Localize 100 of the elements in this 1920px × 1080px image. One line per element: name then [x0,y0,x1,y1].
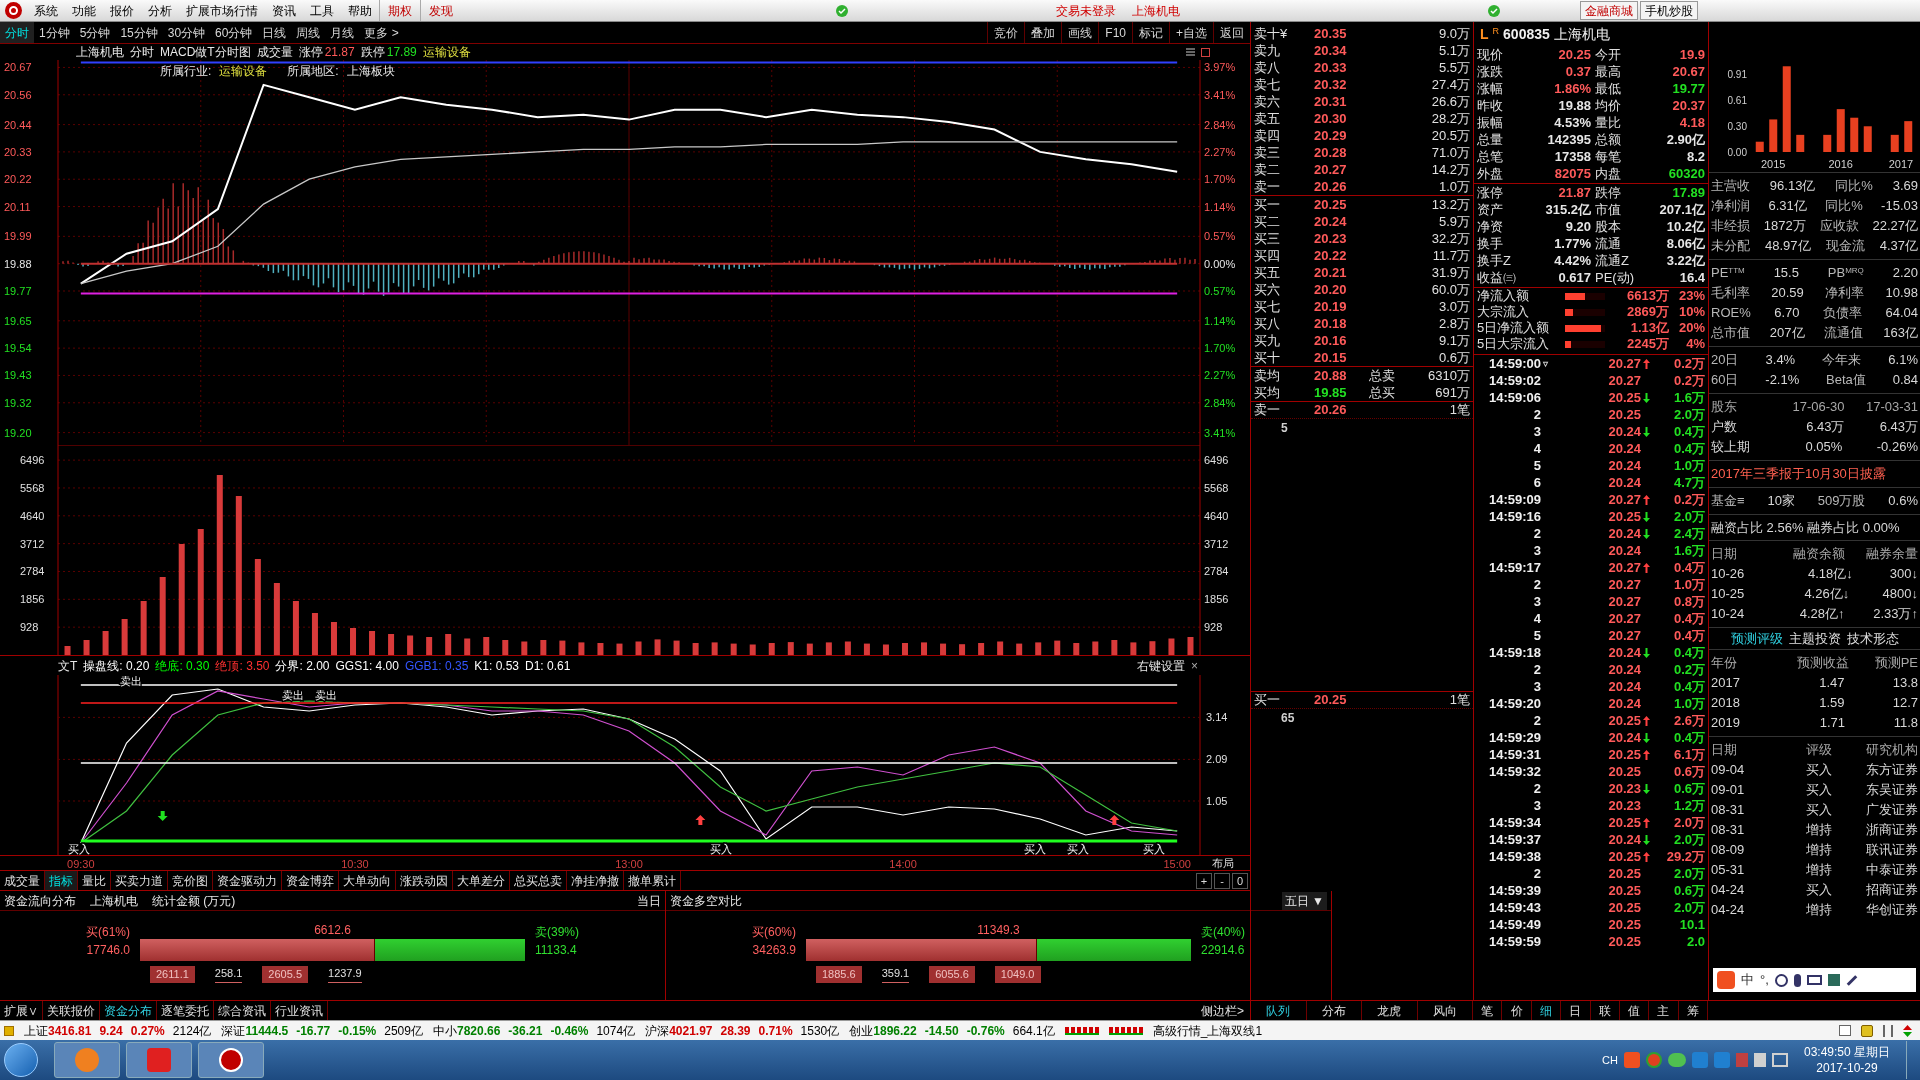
queue-price: 20.26 [1314,401,1347,420]
toolbar-button[interactable]: 返回 [1213,22,1250,43]
tick-time: 6 [1532,473,1541,492]
metric-value: 10.98 [1885,284,1918,303]
metric-value: 48.97亿 [1765,237,1811,256]
level-volume: 9.0万 [1438,24,1470,43]
menu-item[interactable]: 扩展市场行情 [179,0,265,21]
toolbar-button[interactable]: 叠加 [1024,22,1062,43]
window-icon[interactable] [1201,47,1210,57]
metric-label: 流通值 [1824,324,1864,343]
menu-item[interactable]: 分析 [141,0,179,21]
toolbar-button[interactable]: +自选 [1169,22,1213,43]
chat-icon[interactable] [1667,1053,1686,1067]
analysis-tab[interactable]: 涨跌动因 [396,871,453,890]
dropdown-marker[interactable]: ▿ [1543,356,1548,371]
period-tab[interactable]: 日线 [257,22,292,43]
analysis-tab[interactable]: 量比 [78,871,111,890]
metric-label: ROE% [1711,304,1751,323]
toolbar-button[interactable]: F10 [1098,22,1132,43]
app-icon[interactable] [198,1042,264,1078]
period-tab[interactable]: 月线 [325,22,360,43]
menu-item[interactable]: 系统 [27,0,65,21]
period-tab[interactable]: 15分钟 [115,22,163,43]
tick-volume: 0.4万 [1672,609,1705,628]
table-cell-text: 4.28亿↑ [1799,605,1845,624]
menu-item[interactable]: 帮助 [341,0,379,21]
buy-amount: 17746.0 [86,942,130,959]
analysis-tab[interactable]: 净挂净撤 [567,871,624,890]
menu-icon[interactable] [1186,48,1195,56]
analysis-tab[interactable]: 资金驱动力 [213,871,282,890]
analysis-tab[interactable]: 大单动向 [339,871,396,890]
close-icon[interactable]: × [1191,656,1198,675]
level-price: 20.31 [1314,92,1348,111]
volume-bar [635,641,642,655]
index-amount: 1530亿 [800,1022,840,1040]
menu-item[interactable]: 发现 [420,0,461,21]
menu-item[interactable]: 功能 [65,0,103,21]
zoom-button[interactable]: 0 [1232,872,1248,889]
metric-value: 20.59 [1771,284,1804,303]
up-arrow-icon [695,815,706,825]
zoom-button[interactable]: - [1214,872,1230,889]
toolbar-button[interactable]: 金融商城 [1580,1,1638,20]
period-tab[interactable]: 30分钟 [162,22,211,43]
layout-button[interactable]: 布局 [1212,856,1234,871]
quote-label: 资产 [1477,200,1504,219]
sidebar-toggle[interactable]: 侧边栏> [1195,1001,1250,1020]
app-logo-icon[interactable] [5,2,22,19]
period-tab[interactable]: 周线 [291,22,326,43]
f10-tab[interactable]: 预测评级 [1730,628,1783,649]
period-dropdown[interactable]: 五日 ▼ [1281,891,1327,910]
window-icon[interactable] [1839,1025,1851,1036]
analysis-tab[interactable]: 指标 [45,871,78,890]
table-cell-text: 广发证券 [1866,801,1918,820]
index-change: -36.21 [508,1022,543,1040]
period-tab[interactable]: 1分钟 [34,22,75,43]
language-indicator[interactable]: CH [1602,1051,1618,1069]
table-cell-text: 联讯证券 [1866,841,1918,860]
period-tab[interactable]: 更多 > [359,22,404,43]
analysis-tab[interactable]: 竞价图 [168,871,213,890]
ime-punctuation[interactable]: °, [1760,970,1769,990]
analysis-tab[interactable]: 买卖力道 [111,871,168,890]
level-price: 20.19 [1314,297,1348,316]
axis-label: 1.70% [1204,342,1236,355]
level-volume: 60.0万 [1431,280,1470,299]
menu-item[interactable]: 报价 [103,0,141,21]
toolbar-button[interactable]: 手机炒股 [1640,1,1698,20]
toolbar-button[interactable]: 竞价 [987,22,1025,43]
quote-label: 外盘 [1477,164,1504,183]
keyboard-icon[interactable] [1806,975,1822,985]
menu-item[interactable]: 期权 [379,0,420,21]
zoom-button[interactable]: + [1196,872,1212,889]
up-down-arrows-icon[interactable] [1903,1024,1912,1037]
axis-label: 4640 [1204,509,1229,522]
f10-tab[interactable]: 技术形态 [1846,628,1899,649]
f10-tab[interactable]: 主题投资 [1788,628,1841,649]
buy-share: 买(60%) [752,924,796,941]
queue-quantity: 5 [1280,420,1289,437]
tick-volume: 2.0万 [1672,898,1705,917]
ime-mode[interactable]: 中 [1741,970,1754,990]
analysis-tab[interactable]: 撤单累计 [624,871,681,890]
tick-time: 4 [1532,439,1541,458]
menu-item[interactable]: 资讯 [265,0,303,21]
period-tab[interactable]: 分时 [0,22,34,43]
table-cell-text: 2.33万↑ [1873,605,1918,624]
period-tab[interactable]: 5分钟 [74,22,116,43]
tick-price: 20.27 [1608,490,1641,509]
axis-label: 19.88 [4,257,32,270]
start-button[interactable] [4,1043,38,1077]
sector-label: 运输设备 [422,44,471,61]
analysis-tab[interactable]: 资金博弈 [282,871,339,890]
table-cell-text: 0.05% [1805,438,1843,457]
menu-item[interactable]: 工具 [303,0,341,21]
analysis-tab[interactable]: 大单差分 [453,871,510,890]
toolbar-button[interactable]: 标记 [1132,22,1169,43]
period-tab[interactable]: 60分钟 [210,22,258,43]
analysis-tab[interactable]: 总买总卖 [510,871,567,890]
settings-link[interactable]: 右键设置 [1137,656,1185,675]
server-name: 高级行情_上海双线1 [1152,1022,1263,1040]
network-icon[interactable] [1771,1053,1788,1067]
toolbar-button[interactable]: 画线 [1061,22,1099,43]
